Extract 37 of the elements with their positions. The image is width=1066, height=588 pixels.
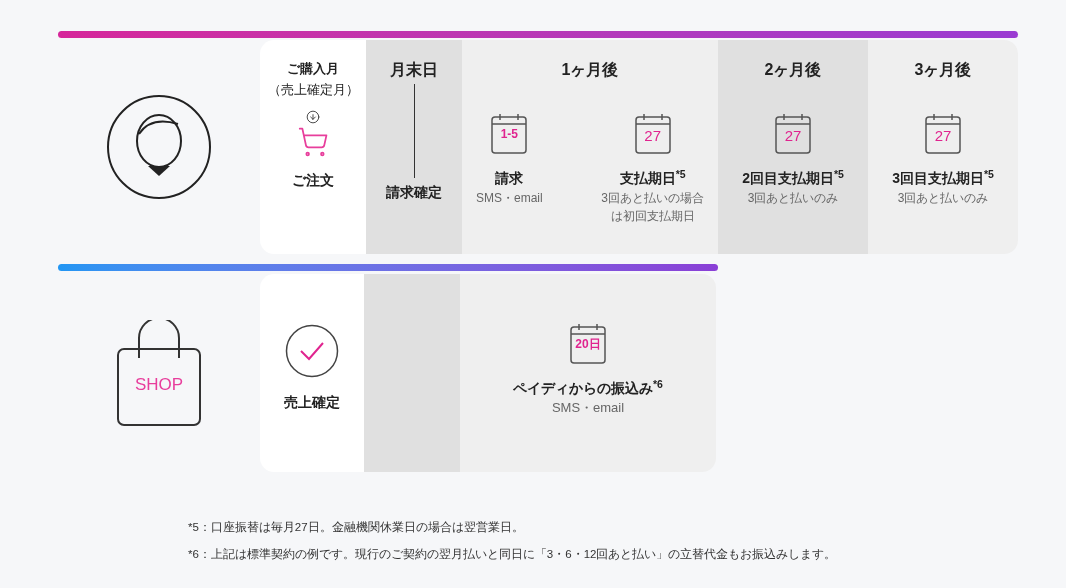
calendar-date: 20日 xyxy=(574,338,602,350)
event-note: SMS・email xyxy=(551,399,625,417)
calendar-icon xyxy=(570,324,606,364)
check-circle-icon xyxy=(285,324,339,378)
calendar-date: 1-5 xyxy=(499,128,519,140)
event-note: SMS・email xyxy=(476,190,543,207)
column-header: 月末日 xyxy=(390,60,438,80)
column-header: （売上確定月） xyxy=(267,81,359,99)
person-icon xyxy=(106,94,212,200)
event-note: 3回あと払いのみ xyxy=(747,190,839,207)
event-note: は初回支払期日 xyxy=(610,208,695,225)
calendar-date: 27 xyxy=(783,128,803,143)
calendar-icon xyxy=(491,114,528,154)
calendar-icon xyxy=(775,114,811,154)
event-note: 3回あと払いのみ xyxy=(897,190,989,207)
column-header: 2ヶ月後 xyxy=(764,60,822,80)
event-title: 3回目支払期日$^{*5}$ xyxy=(892,168,994,188)
event-title: 2回目支払期日$^{*5}$ xyxy=(742,168,844,188)
sales-confirmed-label: 売上確定 xyxy=(284,393,340,412)
shopping-bag-icon xyxy=(117,320,201,426)
calendar-date: 27 xyxy=(643,128,662,143)
event-title: 支払期日$^{*5}$ xyxy=(619,168,686,188)
cart-icon xyxy=(297,126,329,158)
column-header: 3ヶ月後 xyxy=(914,60,972,80)
column-header: ご購入月 xyxy=(287,60,339,78)
shop-label: SHOP xyxy=(133,376,185,393)
column-header: 1ヶ月後 xyxy=(561,60,619,80)
event-title: 請求 xyxy=(495,169,524,188)
calendar-icon xyxy=(925,114,961,154)
event-title: ペイディからの振込み$^{*6}$ xyxy=(513,378,663,398)
footnote: *6：上記は標準契約の例です。現行のご契約の翌月払いと同日に「3・6・12回あと払い」の立替代金もお振込みします。 xyxy=(188,547,838,562)
footnote: *5：口座振替は毎月27日。金融機関休業日の場合は翌営業日。 xyxy=(188,520,525,535)
event-note: 3回あと払いの場合 xyxy=(601,190,704,207)
calendar-icon xyxy=(634,114,671,154)
order-label: ご注文 xyxy=(292,171,334,190)
calendar-date: 27 xyxy=(933,128,953,143)
billing-label: 請求確定 xyxy=(386,183,442,202)
